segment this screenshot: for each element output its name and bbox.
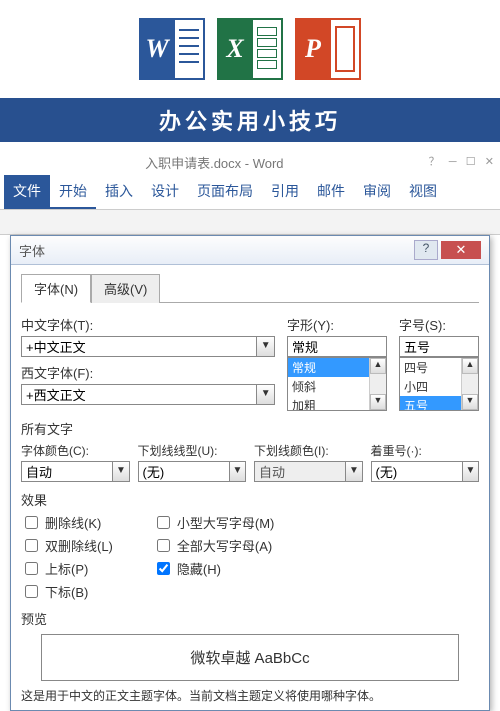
western-font-combo[interactable]: ▼ bbox=[21, 384, 275, 405]
word-icon: W bbox=[139, 18, 205, 80]
footnote: 这是用于中文的正文主题字体。当前文档主题定义将使用哪种字体。 bbox=[21, 687, 479, 704]
chk-sub[interactable]: 下标(B) bbox=[21, 582, 113, 601]
window-controls[interactable]: ？ ─ ☐ ✕ bbox=[429, 153, 494, 169]
tab-ref[interactable]: 引用 bbox=[262, 175, 308, 209]
dropdown-icon[interactable]: ▼ bbox=[257, 384, 275, 405]
doc-title: 入职申请表.docx - Word bbox=[145, 156, 283, 171]
label-fcolor: 字体颜色(C): bbox=[21, 442, 130, 459]
ppt-icon: P bbox=[295, 18, 361, 80]
word-titlebar: ？ ─ ☐ ✕ 入职申请表.docx - Word bbox=[0, 148, 500, 175]
emphasis-combo[interactable]: ▼ bbox=[371, 461, 480, 482]
banner-title: 办公实用小技巧 bbox=[0, 98, 500, 142]
size-item[interactable]: 五号 bbox=[400, 396, 461, 411]
ribbon-tabs: 文件 开始 插入 设计 页面布局 引用 邮件 审阅 视图 bbox=[0, 175, 500, 210]
scrollbar[interactable]: ▲▼ bbox=[369, 358, 386, 410]
label-style: 字形(Y): bbox=[287, 315, 387, 334]
chinese-font-input[interactable] bbox=[21, 336, 257, 357]
tab-insert[interactable]: 插入 bbox=[96, 175, 142, 209]
dropdown-icon[interactable]: ▼ bbox=[257, 336, 275, 357]
style-input[interactable] bbox=[287, 336, 387, 357]
style-item[interactable]: 倾斜 bbox=[288, 377, 369, 396]
size-input[interactable] bbox=[399, 336, 479, 357]
label-cfont: 中文字体(T): bbox=[21, 315, 275, 334]
chk-smallcaps[interactable]: 小型大写字母(M) bbox=[153, 513, 275, 532]
excel-icon: X bbox=[217, 18, 283, 80]
tab-review[interactable]: 审阅 bbox=[354, 175, 400, 209]
banner: W X P bbox=[0, 0, 500, 98]
label-emark: 着重号(·): bbox=[371, 442, 480, 459]
tab-font[interactable]: 字体(N) bbox=[21, 274, 91, 303]
style-item[interactable]: 常规 bbox=[288, 358, 369, 377]
word-window: ？ ─ ☐ ✕ 入职申请表.docx - Word 文件 开始 插入 设计 页面… bbox=[0, 148, 500, 235]
scrollbar[interactable]: ▲▼ bbox=[461, 358, 478, 410]
underline-color-combo[interactable]: ▼ bbox=[254, 461, 363, 482]
tab-advanced[interactable]: 高级(V) bbox=[91, 274, 160, 303]
label-size: 字号(S): bbox=[399, 315, 479, 334]
dropdown-icon[interactable]: ▼ bbox=[113, 461, 129, 482]
western-font-input[interactable] bbox=[21, 384, 257, 405]
tab-mail[interactable]: 邮件 bbox=[308, 175, 354, 209]
chk-strike[interactable]: 删除线(K) bbox=[21, 513, 113, 532]
dropdown-icon[interactable]: ▼ bbox=[230, 461, 246, 482]
chk-dstrike[interactable]: 双删除线(L) bbox=[21, 536, 113, 555]
label-ucolor: 下划线颜色(I): bbox=[254, 442, 363, 459]
size-item[interactable]: 四号 bbox=[400, 358, 461, 377]
office-icons: W X P bbox=[0, 18, 500, 80]
font-color-combo[interactable]: ▼ bbox=[21, 461, 130, 482]
dialog-tabs: 字体(N) 高级(V) bbox=[21, 273, 479, 303]
tab-design[interactable]: 设计 bbox=[142, 175, 188, 209]
close-button[interactable]: ✕ bbox=[441, 241, 481, 259]
label-alltext: 所有文字 bbox=[21, 419, 479, 438]
tab-view[interactable]: 视图 bbox=[400, 175, 446, 209]
tab-home[interactable]: 开始 bbox=[50, 175, 96, 209]
underline-type-combo[interactable]: ▼ bbox=[138, 461, 247, 482]
chk-sup[interactable]: 上标(P) bbox=[21, 559, 113, 578]
dialog-title: 字体 bbox=[19, 241, 414, 260]
ribbon-body bbox=[0, 210, 500, 235]
label-effects: 效果 bbox=[21, 490, 479, 509]
chinese-font-combo[interactable]: ▼ bbox=[21, 336, 275, 357]
tab-file[interactable]: 文件 bbox=[4, 175, 50, 209]
preview-box: 微软卓越 AaBbCc bbox=[41, 634, 459, 681]
font-dialog: 字体 ? ✕ 字体(N) 高级(V) 中文字体(T): ▼ 西文字体(F): ▼… bbox=[10, 235, 490, 711]
label-wfont: 西文字体(F): bbox=[21, 363, 275, 382]
dropdown-icon[interactable]: ▼ bbox=[463, 461, 479, 482]
style-item[interactable]: 加粗 bbox=[288, 396, 369, 411]
tab-layout[interactable]: 页面布局 bbox=[188, 175, 262, 209]
dropdown-icon: ▼ bbox=[346, 461, 362, 482]
help-button[interactable]: ? bbox=[414, 240, 438, 260]
size-item[interactable]: 小四 bbox=[400, 377, 461, 396]
label-utype: 下划线线型(U): bbox=[138, 442, 247, 459]
chk-hidden[interactable]: 隐藏(H) bbox=[153, 559, 275, 578]
label-preview: 预览 bbox=[21, 609, 479, 628]
chk-allcaps[interactable]: 全部大写字母(A) bbox=[153, 536, 275, 555]
style-listbox[interactable]: 常规 倾斜 加粗 ▲▼ bbox=[287, 357, 387, 411]
dialog-titlebar: 字体 ? ✕ bbox=[11, 236, 489, 265]
size-listbox[interactable]: 四号 小四 五号 ▲▼ bbox=[399, 357, 479, 411]
